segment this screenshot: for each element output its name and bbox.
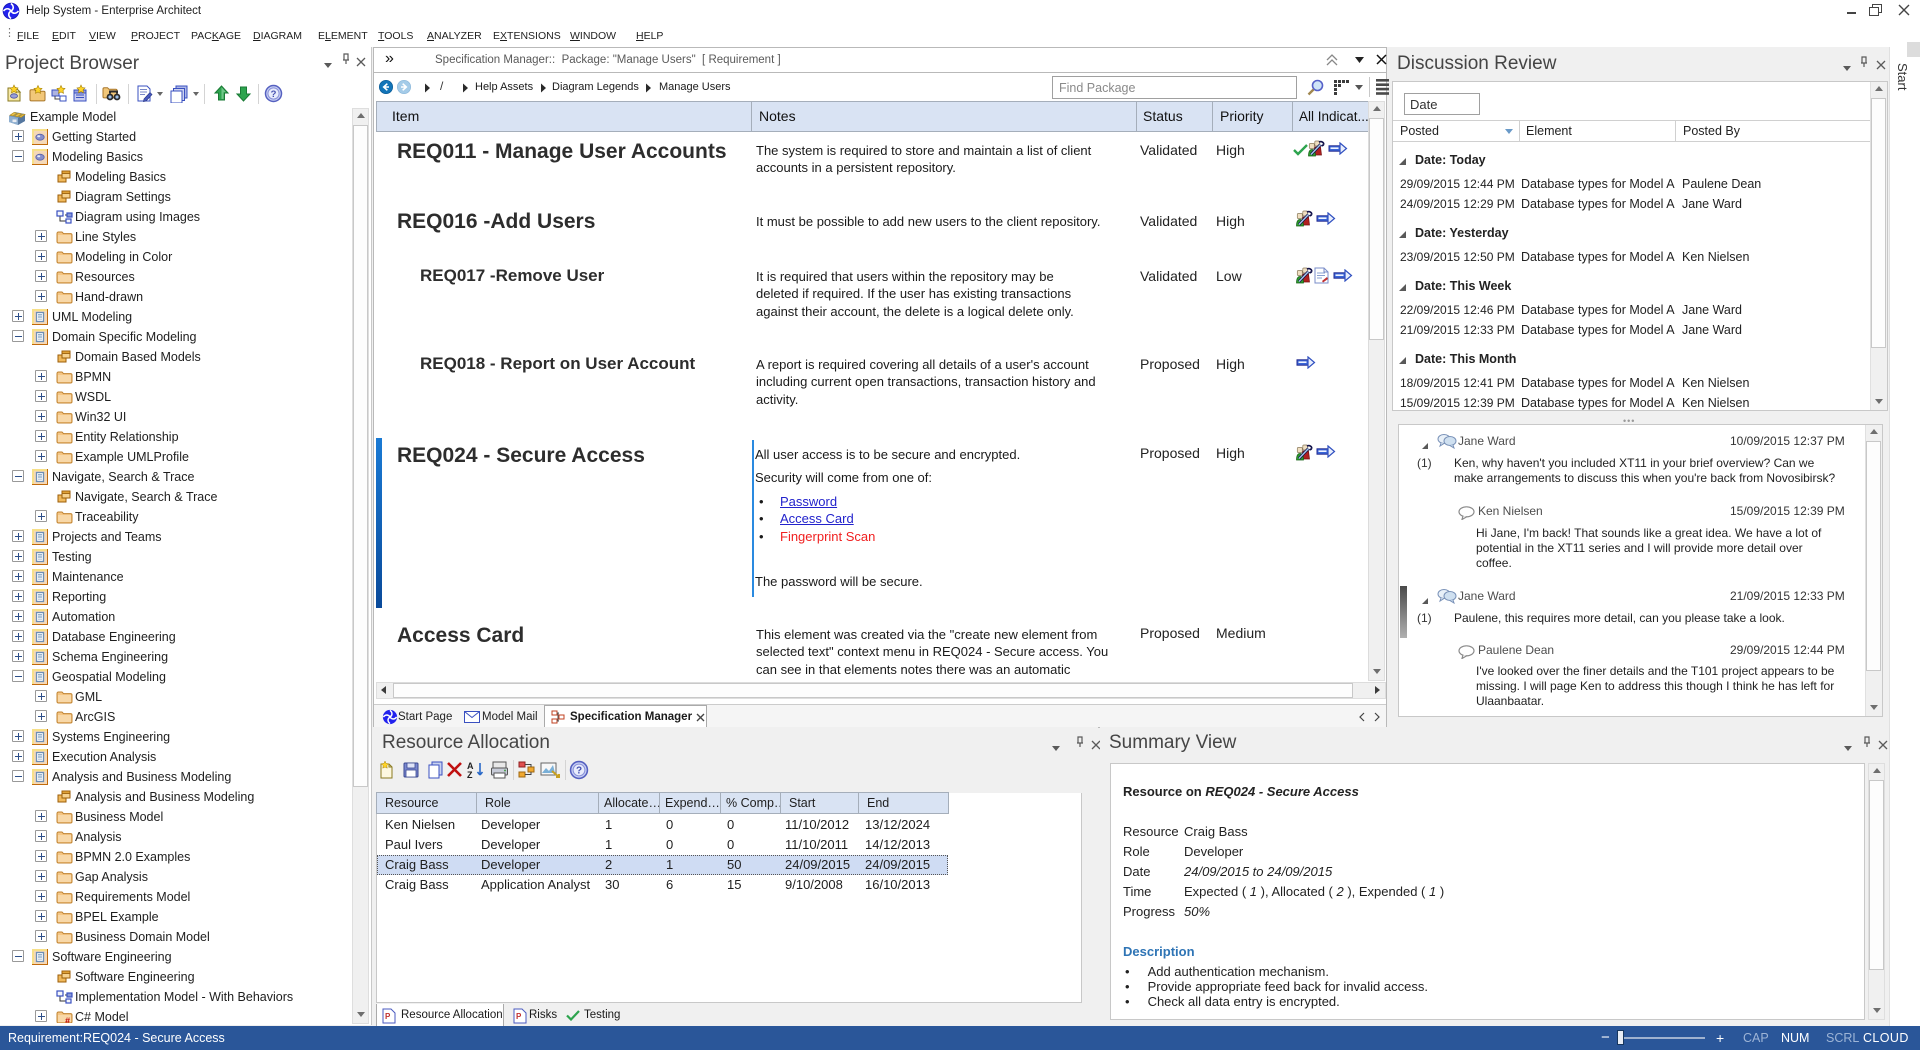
svg-text:P: P <box>385 1012 391 1021</box>
svg-text:P: P <box>516 1012 522 1021</box>
svg-text:?: ? <box>576 766 582 777</box>
svg-text:Z: Z <box>467 770 473 780</box>
svg-text:?: ? <box>271 89 277 100</box>
svg-text:#: # <box>65 1016 70 1023</box>
